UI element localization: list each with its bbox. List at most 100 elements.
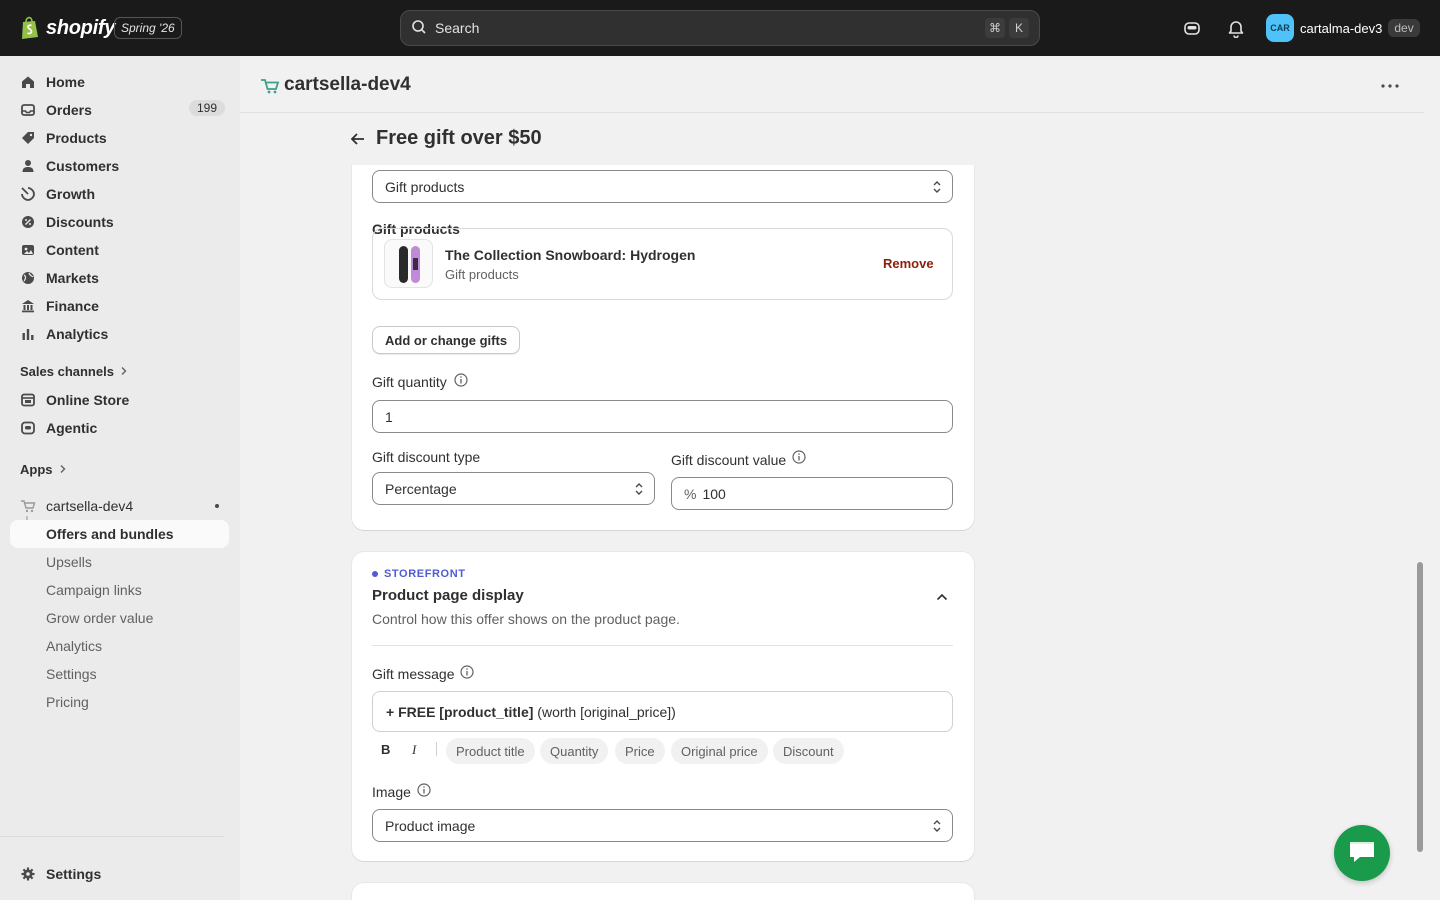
sidebar-item-label: Customers [46,158,120,174]
sidebar-item-analytics[interactable]: Analytics [10,320,229,348]
agentic-icon [20,420,36,436]
sidebar-item-label: Settings [46,866,102,882]
sidebar-subitem-pricing[interactable]: Pricing [10,688,229,716]
sidebar-item-finance[interactable]: Finance [10,292,229,320]
bell-icon[interactable] [1224,16,1248,40]
eyebrow-dot [372,571,378,577]
select-arrows-icon [635,483,643,495]
apps-label: Apps [20,462,53,477]
snowboard-thumbnail [384,239,433,288]
remove-gift-button[interactable]: Remove [883,256,934,271]
content-icon [20,242,36,258]
bank-icon [20,298,36,314]
more-actions-icon[interactable] [1378,76,1402,96]
insert-price-chip[interactable]: Price [615,738,665,764]
inbox-icon [20,102,36,118]
sidebar-item-customers[interactable]: Customers [10,152,229,180]
sidebar-item-label: Agentic [46,420,98,436]
sidebar-item-label: cartsella-dev4 [46,498,134,514]
sidebar-subitem-grow-order-value[interactable]: Grow order value [10,604,229,632]
sidebar-item-online-store[interactable]: Online Store [10,386,229,414]
avatar: CAR [1266,14,1294,42]
italic-format-button[interactable]: I [412,742,416,758]
bold-format-button[interactable]: B [381,742,390,757]
eyebrow-label: STOREFRONT [384,568,466,580]
sidebar-item-label: Home [46,74,85,90]
sidebar-divider [0,836,224,837]
sidebar-subitem-campaign-links[interactable]: Campaign links [10,576,229,604]
account-name: cartalma-dev3 [1300,20,1383,36]
account-menu[interactable]: CAR cartalma-dev3 dev [1266,14,1420,42]
insert-original-price-chip[interactable]: Original price [671,738,768,764]
add-or-change-gifts-button[interactable]: Add or change gifts [372,326,521,354]
sidebar-item-settings[interactable]: Settings [10,860,229,888]
sidekick-icon[interactable] [1180,16,1204,40]
sidebar-subitem-offers-and-bundles[interactable]: Offers and bundles [10,520,229,548]
gift-discount-type-label: Gift discount type [372,449,481,465]
gift-message-bold-text: + FREE [product_title] [386,703,534,720]
info-icon[interactable] [454,373,468,387]
info-icon[interactable] [792,450,806,464]
insert-discount-chip[interactable]: Discount [773,738,844,764]
growth-icon [20,186,36,202]
chevron-right-icon [59,462,67,477]
app-header: cartsella-dev4 [240,56,1424,113]
sidebar-subitem-settings[interactable]: Settings [10,660,229,688]
back-arrow-icon[interactable] [348,129,368,149]
chevron-up-icon[interactable] [933,588,951,606]
sales-channels-heading[interactable]: Sales channels [20,364,128,379]
page-scrollbar[interactable] [1417,562,1423,852]
next-card [352,883,974,900]
shopify-wordmark: shopify [46,16,116,39]
info-icon[interactable] [460,665,474,679]
sidebar-item-label: Growth [46,186,95,202]
globe-icon [20,270,36,286]
product-page-display-card: STOREFRONT Product page display Control … [352,552,974,861]
person-icon [20,158,36,174]
sidebar-item-home[interactable]: Home [10,68,229,96]
gift-discount-type-value: Percentage [385,480,457,497]
insert-quantity-chip[interactable]: Quantity [540,738,609,764]
sidebar-item-markets[interactable]: Markets [10,264,229,292]
gift-product-item: The Collection Snowboard: Hydrogen Gift … [372,228,953,300]
chart-bar-icon [20,326,36,342]
gift-discount-type-select[interactable]: Percentage [372,472,655,505]
sidebar-item-content[interactable]: Content [10,236,229,264]
gift-discount-value-label: Gift discount value [671,452,787,468]
sidebar-item-label: Orders [46,102,92,118]
chat-support-button[interactable] [1334,825,1390,881]
gift-message-text: (worth [original_price]) [533,703,676,720]
page-title-bar: Free gift over $50 [240,113,1300,165]
gear-icon [20,866,36,882]
gift-message-editor[interactable]: + FREE [product_title] (worth [original_… [372,691,953,732]
gift-type-select[interactable]: Gift products [372,170,953,203]
sidebar-item-products[interactable]: Products [10,124,229,152]
insert-product-title-chip[interactable]: Product title [446,738,535,764]
page-title: Free gift over $50 [376,127,542,149]
search-input[interactable]: Search [435,20,981,36]
chat-bubble-icon [1347,839,1377,868]
info-icon[interactable] [417,783,431,797]
gift-product-name: The Collection Snowboard: Hydrogen [445,247,696,263]
app-pin-dot [215,504,219,508]
account-badge: dev [1388,19,1420,37]
cartsella-app-icon [260,78,280,97]
sidebar-item-growth[interactable]: Growth [10,180,229,208]
sidebar-item-discounts[interactable]: Discounts [10,208,229,236]
edition-badge[interactable]: Spring '26 [114,17,182,39]
image-select[interactable]: Product image [372,809,953,842]
sidebar-item-agentic[interactable]: Agentic [10,414,229,442]
sidebar-subitem-upsells[interactable]: Upsells [10,548,229,576]
gift-quantity-input[interactable]: 1 [372,400,953,433]
sidebar-item-app-cartsella[interactable]: cartsella-dev4 [10,492,229,520]
chevron-right-icon [120,364,128,379]
sidebar-item-label: Discounts [46,214,114,230]
apps-heading[interactable]: Apps [20,462,67,477]
select-arrows-icon [933,820,941,832]
sidebar-subitem-analytics[interactable]: Analytics [10,632,229,660]
search-bar[interactable]: Search ⌘ K [400,10,1040,46]
sidebar-item-orders[interactable]: Orders 199 [10,96,229,124]
percent-prefix: % [684,485,697,502]
shopify-logo[interactable]: shopify [20,14,115,42]
gift-discount-value-input[interactable]: % 100 [671,477,953,510]
